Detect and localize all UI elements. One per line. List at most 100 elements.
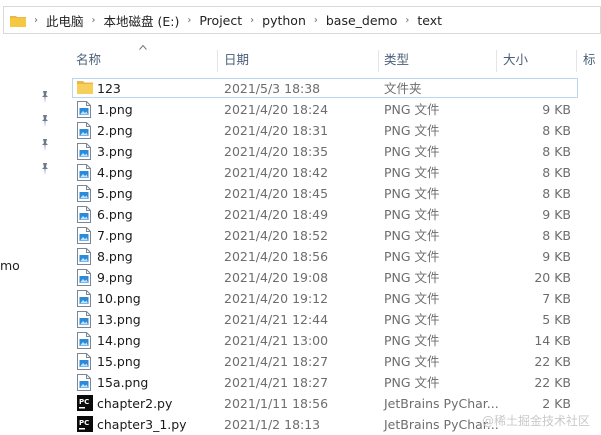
file-type: PNG 文件 (384, 291, 440, 306)
nav-item-label[interactable]: mo (0, 258, 20, 273)
file-name[interactable]: 1.png (97, 99, 133, 120)
file-name[interactable]: 10.png (97, 288, 141, 309)
pycharm-file-icon: PC (77, 416, 93, 433)
file-name[interactable]: 123 (97, 78, 121, 99)
chevron-right-icon[interactable]: › (187, 15, 191, 26)
column-header-date[interactable]: 日期 (218, 46, 378, 74)
column-header-type[interactable]: 类型 (378, 46, 496, 74)
watermark: @稀土掘金技术社区 (482, 414, 591, 428)
file-type: JetBrains PyChar... (384, 396, 499, 411)
file-row[interactable]: 8.png 2021/4/20 18:56 PNG 文件 9 KB (70, 246, 601, 267)
pin-icon[interactable] (40, 163, 50, 175)
file-name[interactable]: 8.png (97, 246, 133, 267)
file-type: PNG 文件 (384, 165, 440, 180)
svg-text:PC: PC (79, 419, 89, 427)
file-size: 8 KB (542, 144, 571, 159)
file-name[interactable]: 3.png (97, 141, 133, 162)
column-headers: 名称 日期 类型 大小 标记 (70, 44, 601, 95)
file-name[interactable]: chapter2.py (97, 393, 172, 414)
file-date: 2021/4/20 18:42 (224, 165, 329, 180)
png-file-icon (77, 143, 93, 160)
file-row[interactable]: 1.png 2021/4/20 18:24 PNG 文件 9 KB (70, 99, 601, 120)
file-type: 文件夹 (384, 81, 422, 96)
address-bar[interactable]: › 此电脑 › 本地磁盘 (E:) › Project › python › base_demo ›… (3, 6, 601, 34)
png-file-icon (77, 290, 93, 307)
file-name[interactable]: 9.png (97, 267, 133, 288)
file-date: 2021/4/21 18:27 (224, 375, 329, 390)
png-file-icon (77, 269, 93, 286)
file-date: 2021/4/20 18:31 (224, 123, 329, 138)
file-row[interactable]: 123 2021/5/3 18:38 文件夹 (70, 78, 601, 99)
file-row[interactable]: 15a.png 2021/4/21 18:27 PNG 文件 22 KB (70, 372, 601, 393)
file-name[interactable]: 15.png (97, 351, 141, 372)
chevron-right-icon[interactable]: › (34, 15, 38, 26)
file-row[interactable]: 3.png 2021/4/20 18:35 PNG 文件 8 KB (70, 141, 601, 162)
file-size: 22 KB (534, 354, 571, 369)
file-size: 8 KB (542, 228, 571, 243)
breadcrumb-item[interactable]: 本地磁盘 (E:) (104, 11, 180, 30)
file-size (490, 78, 571, 99)
column-header-size[interactable]: 大小 (497, 46, 577, 74)
png-file-icon (77, 164, 93, 181)
breadcrumb-item[interactable]: python (262, 13, 306, 28)
file-type: PNG 文件 (384, 102, 440, 117)
file-name[interactable]: 15a.png (97, 372, 148, 393)
file-size: 9 KB (542, 249, 571, 264)
file-date: 2021/4/20 18:49 (224, 207, 329, 222)
chevron-right-icon[interactable]: › (250, 15, 254, 26)
file-row[interactable]: 4.png 2021/4/20 18:42 PNG 文件 8 KB (70, 162, 601, 183)
file-row[interactable]: 10.png 2021/4/20 19:12 PNG 文件 7 KB (70, 288, 601, 309)
file-size: 8 KB (542, 165, 571, 180)
svg-text:PC: PC (79, 398, 89, 406)
file-size: 9 KB (542, 102, 571, 117)
file-row[interactable]: 5.png 2021/4/20 18:45 PNG 文件 8 KB (70, 183, 601, 204)
breadcrumb[interactable]: › 此电脑 › 本地磁盘 (E:) › Project › python › base_demo ›… (26, 11, 442, 30)
file-date: 2021/5/3 18:38 (224, 81, 321, 96)
pin-icon[interactable] (40, 115, 50, 127)
file-row[interactable]: 13.png 2021/4/21 12:44 PNG 文件 5 KB (70, 309, 601, 330)
file-name[interactable]: 6.png (97, 204, 133, 225)
file-size: 2 KB (542, 396, 571, 411)
file-date: 2021/4/20 18:24 (224, 102, 329, 117)
file-size: 22 KB (534, 375, 571, 390)
pin-icon[interactable] (40, 91, 50, 103)
file-date: 2021/4/20 18:56 (224, 249, 329, 264)
file-name[interactable]: 2.png (97, 120, 133, 141)
chevron-right-icon[interactable]: › (314, 15, 318, 26)
file-row[interactable]: 15.png 2021/4/21 18:27 PNG 文件 22 KB (70, 351, 601, 372)
pin-icon[interactable] (40, 139, 50, 151)
file-date: 2021/4/20 19:08 (224, 270, 329, 285)
breadcrumb-item[interactable]: base_demo (326, 13, 398, 28)
breadcrumb-item[interactable]: text (417, 13, 442, 28)
file-date: 2021/4/20 19:12 (224, 291, 329, 306)
png-file-icon (77, 353, 93, 370)
file-row[interactable]: 6.png 2021/4/20 18:49 PNG 文件 9 KB (70, 204, 601, 225)
file-row[interactable]: 2.png 2021/4/20 18:31 PNG 文件 8 KB (70, 120, 601, 141)
file-size: 9 KB (542, 207, 571, 222)
file-name[interactable]: 4.png (97, 162, 133, 183)
file-size: 14 KB (534, 333, 571, 348)
file-size: 7 KB (542, 291, 571, 306)
breadcrumb-item[interactable]: 此电脑 (46, 11, 84, 30)
file-date: 2021/4/20 18:45 (224, 186, 329, 201)
file-row[interactable]: 7.png 2021/4/20 18:52 PNG 文件 8 KB (70, 225, 601, 246)
file-row[interactable]: 9.png 2021/4/20 19:08 PNG 文件 20 KB (70, 267, 601, 288)
file-name[interactable]: 13.png (97, 309, 141, 330)
file-row[interactable]: 14.png 2021/4/21 13:00 PNG 文件 14 KB (70, 330, 601, 351)
file-row[interactable]: PC chapter2.py 2021/1/11 18:56 JetBrains Py… (70, 393, 601, 414)
column-header-tags[interactable]: 标记 (577, 46, 601, 95)
file-name[interactable]: 5.png (97, 183, 133, 204)
file-size: 5 KB (542, 312, 571, 327)
file-type: PNG 文件 (384, 144, 440, 159)
file-name[interactable]: 14.png (97, 330, 141, 351)
breadcrumb-item[interactable]: Project (199, 13, 242, 28)
chevron-right-icon[interactable]: › (92, 15, 96, 26)
column-header-name[interactable]: 名称 (70, 46, 216, 74)
chevron-right-icon[interactable]: › (405, 15, 409, 26)
file-name[interactable]: chapter3_1.py (97, 414, 187, 435)
file-name[interactable]: 7.png (97, 225, 133, 246)
file-size: 8 KB (542, 186, 571, 201)
file-date: 2021/4/21 18:27 (224, 354, 329, 369)
png-file-icon (77, 227, 93, 244)
pycharm-file-icon: PC (77, 395, 93, 412)
